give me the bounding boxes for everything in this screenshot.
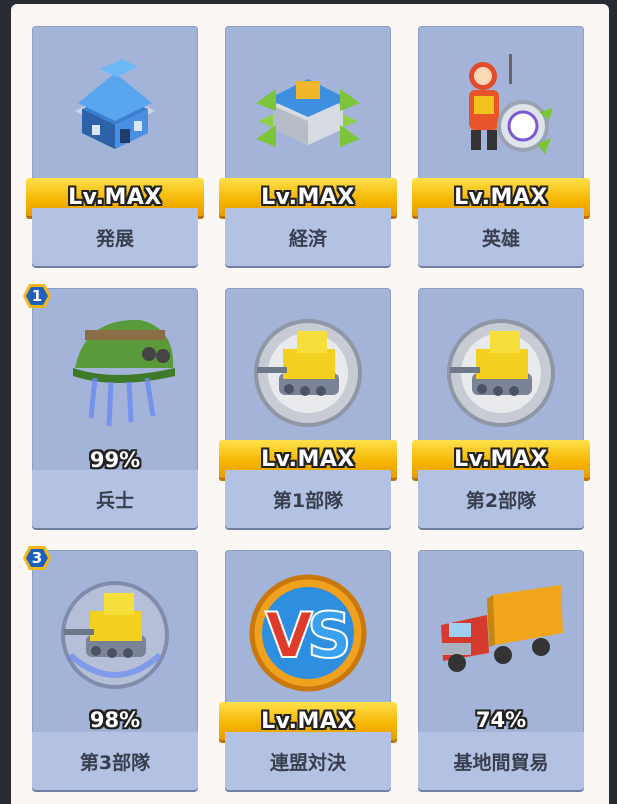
card-squad-1[interactable]: Lv.MAX 第1部隊 xyxy=(219,288,397,528)
card-label: 第3部隊 xyxy=(79,751,151,774)
card-alliance-duel[interactable]: V S Lv.MAX 連盟対決 xyxy=(219,550,397,790)
card-label: 兵士 xyxy=(95,489,134,512)
hero-icon xyxy=(418,26,584,186)
progress-percent: 74% xyxy=(475,708,527,732)
soldier-helmet-icon xyxy=(32,288,198,448)
svg-text:V: V xyxy=(265,599,313,672)
card-label: 英雄 xyxy=(481,227,520,250)
count-badge: 3 xyxy=(22,545,52,571)
card-label: 発展 xyxy=(95,227,134,250)
card-hero[interactable]: Lv.MAX 英雄 xyxy=(412,26,590,266)
truck-icon xyxy=(418,550,584,710)
building-icon xyxy=(32,26,198,186)
card-development[interactable]: Lv.MAX 発展 xyxy=(26,26,204,266)
progress-percent: 98% xyxy=(89,708,141,732)
card-label: 第1部隊 xyxy=(272,489,344,512)
tank-icon xyxy=(225,288,391,448)
tank-icon xyxy=(32,550,198,710)
progress-percent: 99% xyxy=(89,448,141,472)
tank-icon xyxy=(418,288,584,448)
card-economy[interactable]: Lv.MAX 経済 xyxy=(219,26,397,266)
card-squad-3[interactable]: 98% 第3部隊 xyxy=(32,550,198,790)
card-soldier[interactable]: 99% 兵士 xyxy=(32,288,198,528)
card-squad-2[interactable]: Lv.MAX 第2部隊 xyxy=(412,288,590,528)
count-badge: 1 xyxy=(22,283,52,309)
card-label: 連盟対決 xyxy=(269,751,346,774)
vs-icon: V S xyxy=(225,550,391,710)
svg-text:S: S xyxy=(307,599,352,672)
economy-building-icon xyxy=(225,26,391,186)
card-label: 経済 xyxy=(288,227,327,250)
card-label: 基地間貿易 xyxy=(453,751,549,774)
card-label: 第2部隊 xyxy=(465,489,537,512)
card-base-trade[interactable]: 74% 基地間貿易 xyxy=(418,550,584,790)
